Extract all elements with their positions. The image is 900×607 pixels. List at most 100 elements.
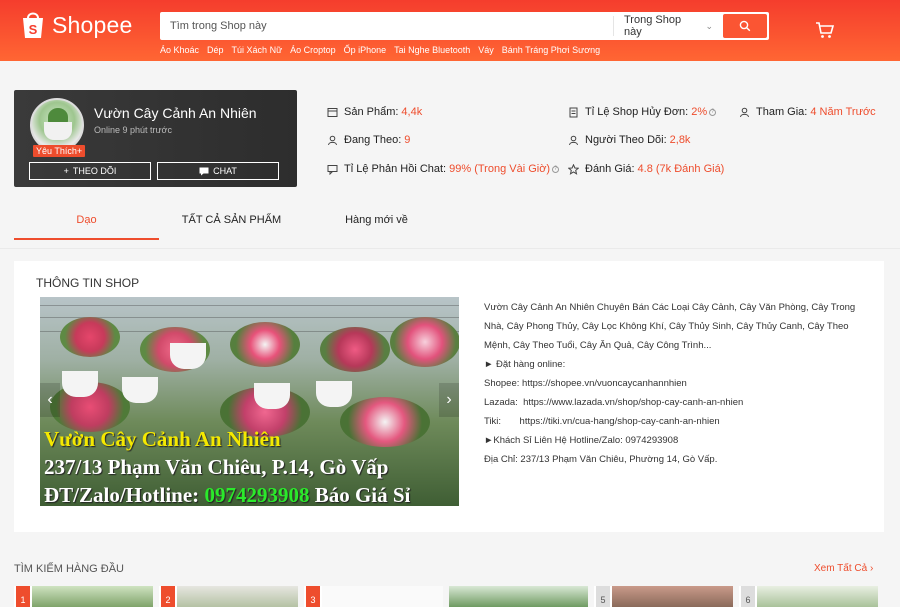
search-icon bbox=[739, 20, 751, 32]
rank-badge: 2 bbox=[161, 586, 175, 607]
svg-text:S: S bbox=[29, 22, 38, 37]
hot-keywords: Áo Khoác Dép Túi Xách Nữ Áo Croptop Ốp i… bbox=[160, 45, 600, 55]
help-icon[interactable]: ? bbox=[552, 165, 560, 173]
shop-tabs: Dạo TẤT CẢ SẢN PHẨM Hàng mới về bbox=[14, 200, 884, 240]
chevron-left-icon: ‹ bbox=[47, 391, 53, 408]
cart-icon[interactable] bbox=[815, 20, 835, 40]
top-search-item[interactable]: 6 bbox=[739, 586, 878, 607]
stat-label: Tham Gia: bbox=[756, 106, 808, 118]
chat-button[interactable]: CHAT bbox=[157, 162, 279, 180]
search-input[interactable] bbox=[160, 12, 613, 40]
banner-contact: ĐT/Zalo/Hotline: 0974293908 Báo Giá Sỉ bbox=[44, 483, 410, 506]
keyword-link[interactable]: Túi Xách Nữ bbox=[232, 45, 283, 55]
stat-label: Sản Phẩm: bbox=[344, 106, 399, 118]
stat-value: 9 bbox=[404, 134, 411, 146]
chevron-right-icon: › bbox=[869, 563, 874, 574]
hanging-pot bbox=[170, 343, 206, 369]
flower-cluster bbox=[340, 397, 430, 447]
tab-explore[interactable]: Dạo bbox=[14, 200, 159, 240]
carousel-prev-button[interactable]: ‹ bbox=[40, 383, 60, 417]
stat-following: Đang Theo: 9 bbox=[326, 134, 410, 146]
search-button[interactable] bbox=[723, 14, 767, 38]
top-search-item[interactable] bbox=[449, 586, 588, 607]
carousel-next-button[interactable]: › bbox=[439, 383, 459, 417]
stat-joined: Tham Gia: 4 Năm Trước bbox=[738, 106, 876, 118]
store-icon bbox=[326, 106, 338, 118]
see-all-link[interactable]: Xem Tất Cả › bbox=[814, 563, 873, 574]
logo-text: Shopee bbox=[52, 11, 133, 38]
banner-shop-name: Vườn Cây Cảnh An Nhiên bbox=[44, 427, 281, 451]
rank-badge: 6 bbox=[741, 586, 755, 607]
lazada-link: Lazada: https://www.lazada.vn/shop/shop-… bbox=[484, 397, 744, 408]
greenhouse-frame bbox=[40, 317, 459, 318]
shop-description: Vườn Cây Cảnh An Nhiên Chuyên Bán Các Lo… bbox=[484, 298, 864, 469]
stat-label: Đánh Giá: bbox=[585, 163, 635, 175]
stat-followers: Người Theo Dõi: 2,8k bbox=[567, 134, 690, 146]
top-search-item[interactable]: 3 bbox=[304, 586, 443, 607]
chat-icon bbox=[199, 167, 209, 175]
user-icon bbox=[326, 134, 338, 146]
search-scope-label: Trong Shop này bbox=[624, 14, 682, 38]
header: S Shopee Trong Shop này ⌄ Áo Khoác Dép T… bbox=[0, 0, 900, 61]
stat-value: 99% (Trong Vài Giờ) bbox=[449, 163, 551, 175]
rank-badge: 1 bbox=[16, 586, 30, 607]
shop-banner: Vườn Cây Cảnh An Nhiên 237/13 Phạm Văn C… bbox=[40, 297, 459, 506]
product-thumbnail bbox=[322, 586, 443, 607]
tab-all-products[interactable]: TẤT CẢ SẢN PHẨM bbox=[159, 200, 304, 240]
plus-icon: + bbox=[63, 166, 69, 176]
banner-phone: 0974293908 bbox=[204, 483, 310, 506]
keyword-link[interactable]: Tai Nghe Bluetooth bbox=[394, 45, 470, 55]
keyword-link[interactable]: Áo Khoác bbox=[160, 45, 199, 55]
rank-badge: 5 bbox=[596, 586, 610, 607]
stat-value: 4.8 (7k Đánh Giá) bbox=[637, 163, 725, 175]
rank-badge: 3 bbox=[306, 586, 320, 607]
top-search-item[interactable]: 5 bbox=[594, 586, 733, 607]
see-all-label: Xem Tất Cả bbox=[814, 563, 868, 574]
chat-bubble-icon bbox=[326, 163, 338, 175]
hanging-pot bbox=[62, 371, 98, 397]
top-search-item[interactable]: 2 bbox=[159, 586, 298, 607]
hanging-pot bbox=[254, 383, 290, 409]
tabs-divider bbox=[0, 248, 900, 249]
top-search-item[interactable]: 1 bbox=[14, 586, 153, 607]
stat-label: Tỉ Lệ Phản Hồi Chat: bbox=[344, 163, 447, 175]
keyword-link[interactable]: Bánh Tráng Phơi Sương bbox=[502, 45, 600, 55]
stat-rating: Đánh Giá: 4.8 (7k Đánh Giá) bbox=[567, 163, 724, 175]
top-search-title: TÌM KIẾM HÀNG ĐẦU bbox=[14, 563, 125, 575]
follow-button[interactable]: + THEO DÕI bbox=[29, 162, 151, 180]
receipt-icon bbox=[567, 106, 579, 118]
description-intro: Vườn Cây Cảnh An Nhiên Chuyên Bán Các Lo… bbox=[484, 302, 856, 351]
banner-address: 237/13 Phạm Văn Chiêu, P.14, Gò Vấp bbox=[44, 455, 389, 479]
avatar[interactable] bbox=[30, 98, 84, 152]
hanging-pot bbox=[316, 381, 352, 407]
stat-cancel-rate: Tỉ Lệ Shop Hủy Đơn: 2% ? bbox=[567, 106, 717, 118]
keyword-link[interactable]: Váy bbox=[478, 45, 494, 55]
chevron-right-icon: › bbox=[446, 391, 452, 408]
star-icon bbox=[567, 163, 579, 175]
banner-contact-label: ĐT/Zalo/Hotline: bbox=[44, 483, 205, 506]
stat-chat-rate: Tỉ Lệ Phản Hồi Chat: 99% (Trong Vài Giờ)… bbox=[326, 163, 560, 175]
help-icon[interactable]: ? bbox=[709, 108, 717, 116]
product-thumbnail bbox=[32, 586, 153, 607]
stat-label: Tỉ Lệ Shop Hủy Đơn: bbox=[585, 106, 689, 118]
search-scope-select[interactable]: Trong Shop này ⌄ bbox=[613, 14, 723, 38]
keyword-link[interactable]: Áo Croptop bbox=[290, 45, 336, 55]
favorite-badge: Yêu Thích+ bbox=[33, 145, 86, 157]
stat-value: 4 Năm Trước bbox=[810, 106, 876, 118]
top-search-row: 1 2 3 5 6 bbox=[14, 586, 884, 607]
shop-info-card: THÔNG TIN SHOP Vườn Cây Cảnh An Nhiên 23… bbox=[14, 261, 884, 532]
tab-new-arrivals[interactable]: Hàng mới về bbox=[304, 200, 449, 240]
keyword-link[interactable]: Dép bbox=[207, 45, 224, 55]
product-thumbnail bbox=[449, 586, 588, 607]
tiki-link: Tiki: https://tiki.vn/cua-hang/shop-cay-… bbox=[484, 416, 720, 427]
product-thumbnail bbox=[757, 586, 878, 607]
keyword-link[interactable]: Ốp iPhone bbox=[344, 45, 387, 55]
stat-label: Người Theo Dõi: bbox=[585, 134, 667, 146]
stat-value: 2,8k bbox=[669, 134, 691, 146]
shop-name: Vườn Cây Cảnh An Nhiên bbox=[94, 105, 257, 121]
shopee-link: Shopee: https://shopee.vn/vuoncaycanhann… bbox=[484, 378, 687, 389]
stat-products: Sản Phẩm: 4,4k bbox=[326, 106, 422, 118]
shopping-bag-icon: S bbox=[23, 12, 43, 38]
shopee-logo[interactable]: S Shopee bbox=[20, 10, 133, 40]
follow-label: THEO DÕI bbox=[72, 166, 117, 176]
